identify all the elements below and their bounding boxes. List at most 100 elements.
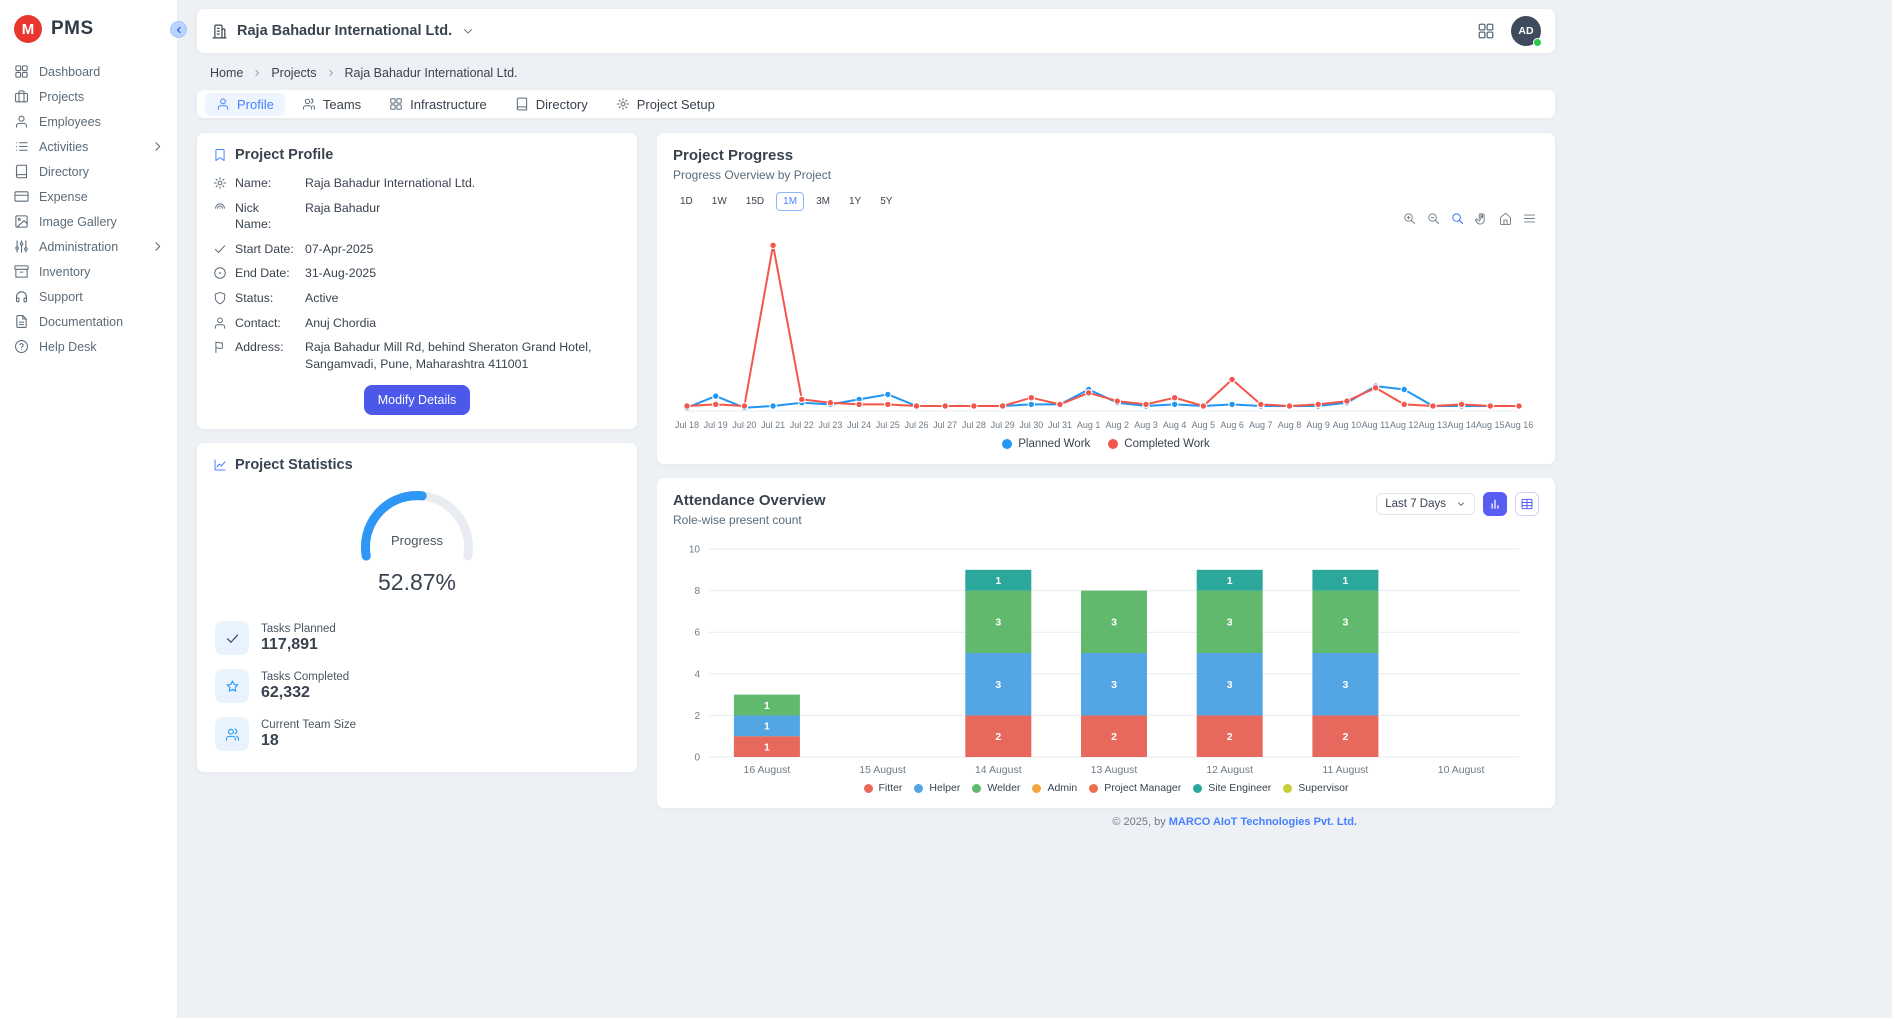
data-point[interactable] (942, 403, 948, 409)
data-point[interactable] (713, 393, 719, 399)
sidebar-item-directory[interactable]: Directory (0, 159, 177, 184)
data-point[interactable] (1372, 385, 1378, 391)
company-name: Raja Bahadur International Ltd. (237, 23, 452, 39)
legend-item[interactable]: Planned Work (1002, 438, 1090, 450)
home-icon[interactable] (1498, 211, 1513, 226)
data-point[interactable] (1028, 401, 1034, 407)
svg-text:14 August: 14 August (975, 764, 1022, 776)
company-selector[interactable]: Raja Bahadur International Ltd. (211, 23, 475, 40)
data-point[interactable] (885, 401, 891, 407)
data-point[interactable] (1086, 390, 1092, 396)
data-point[interactable] (1229, 401, 1235, 407)
sidebar-item-image-gallery[interactable]: Image Gallery (0, 209, 177, 234)
tab-label: Directory (536, 97, 588, 112)
menu-icon[interactable] (1522, 211, 1537, 226)
range-1d[interactable]: 1D (673, 192, 700, 211)
data-point[interactable] (856, 401, 862, 407)
data-point[interactable] (1487, 403, 1493, 409)
data-point[interactable] (1200, 403, 1206, 409)
data-point[interactable] (684, 403, 690, 409)
svg-text:Aug 13: Aug 13 (1419, 420, 1448, 430)
sidebar-item-dashboard[interactable]: Dashboard (0, 59, 177, 84)
data-point[interactable] (1258, 401, 1264, 407)
data-point[interactable] (1172, 395, 1178, 401)
data-point[interactable] (799, 396, 805, 402)
legend-item[interactable]: Admin (1032, 782, 1077, 794)
footer-company-link[interactable]: MARCO AIoT Technologies Pvt. Ltd. (1169, 816, 1357, 828)
data-point[interactable] (1028, 395, 1034, 401)
zoom-in-icon[interactable] (1402, 211, 1417, 226)
legend-item[interactable]: Supervisor (1283, 782, 1348, 794)
breadcrumb-projects[interactable]: Projects (271, 66, 316, 80)
data-point[interactable] (913, 403, 919, 409)
line-chart[interactable]: Jul 18Jul 19Jul 20Jul 21Jul 22Jul 23Jul … (673, 225, 1539, 435)
bar-view-button[interactable] (1483, 492, 1507, 516)
data-point[interactable] (770, 242, 776, 248)
sidebar-item-inventory[interactable]: Inventory (0, 259, 177, 284)
data-point[interactable] (1057, 401, 1063, 407)
pan-icon[interactable] (1474, 211, 1489, 226)
data-point[interactable] (1143, 401, 1149, 407)
legend-item[interactable]: Helper (914, 782, 960, 794)
legend-item[interactable]: Fitter (864, 782, 903, 794)
stat-value: 117,891 (261, 636, 336, 654)
data-point[interactable] (770, 403, 776, 409)
sidebar-item-support[interactable]: Support (0, 284, 177, 309)
data-point[interactable] (1344, 398, 1350, 404)
data-point[interactable] (827, 400, 833, 406)
data-point[interactable] (1229, 376, 1235, 382)
data-point[interactable] (999, 403, 1005, 409)
zoom-icon[interactable] (1450, 211, 1465, 226)
app-logo[interactable]: M PMS (0, 0, 177, 59)
data-point[interactable] (1516, 403, 1522, 409)
data-point[interactable] (1430, 403, 1436, 409)
range-1w[interactable]: 1W (705, 192, 734, 211)
data-point[interactable] (1401, 386, 1407, 392)
tab-profile[interactable]: Profile (205, 93, 285, 116)
data-point[interactable] (885, 391, 891, 397)
data-point[interactable] (741, 403, 747, 409)
chart-toolbar (1402, 211, 1537, 226)
days-select[interactable]: Last 7 Days (1376, 493, 1475, 515)
sidebar-collapse-button[interactable] (170, 21, 187, 38)
data-point[interactable] (971, 403, 977, 409)
range-5y[interactable]: 5Y (873, 192, 899, 211)
user-avatar[interactable]: AD (1511, 16, 1541, 46)
sidebar-item-administration[interactable]: Administration (0, 234, 177, 259)
sidebar-item-employees[interactable]: Employees (0, 109, 177, 134)
tab-project-setup[interactable]: Project Setup (605, 93, 726, 116)
sidebar-item-help-desk[interactable]: Help Desk (0, 334, 177, 359)
range-15d[interactable]: 15D (739, 192, 771, 211)
legend-item[interactable]: Project Manager (1089, 782, 1181, 794)
data-point[interactable] (1458, 401, 1464, 407)
range-1m[interactable]: 1M (776, 192, 804, 211)
apps-grid-button[interactable] (1477, 22, 1495, 40)
sidebar-item-activities[interactable]: Activities (0, 134, 177, 159)
logo-letter: M (22, 21, 35, 38)
table-view-button[interactable] (1515, 492, 1539, 516)
data-point[interactable] (713, 401, 719, 407)
legend-item[interactable]: Welder (972, 782, 1020, 794)
sidebar-item-projects[interactable]: Projects (0, 84, 177, 109)
legend-item[interactable]: Site Engineer (1193, 782, 1271, 794)
range-1y[interactable]: 1Y (842, 192, 868, 211)
range-3m[interactable]: 3M (809, 192, 837, 211)
tab-infrastructure[interactable]: Infrastructure (378, 93, 498, 116)
data-point[interactable] (1401, 401, 1407, 407)
data-point[interactable] (1315, 401, 1321, 407)
breadcrumb-home[interactable]: Home (210, 66, 243, 80)
users-icon (302, 97, 316, 111)
sidebar-item-expense[interactable]: Expense (0, 184, 177, 209)
attendance-bar-chart[interactable]: 024681011116 August15 August233114 Augus… (673, 539, 1539, 779)
tab-directory[interactable]: Directory (504, 93, 599, 116)
stat-value: 62,332 (261, 684, 349, 702)
data-point[interactable] (1114, 398, 1120, 404)
data-point[interactable] (1286, 403, 1292, 409)
data-point[interactable] (1172, 401, 1178, 407)
user-icon (216, 97, 230, 111)
zoom-out-icon[interactable] (1426, 211, 1441, 226)
modify-details-button[interactable]: Modify Details (364, 385, 471, 415)
legend-item[interactable]: Completed Work (1108, 438, 1209, 450)
tab-teams[interactable]: Teams (291, 93, 372, 116)
sidebar-item-documentation[interactable]: Documentation (0, 309, 177, 334)
